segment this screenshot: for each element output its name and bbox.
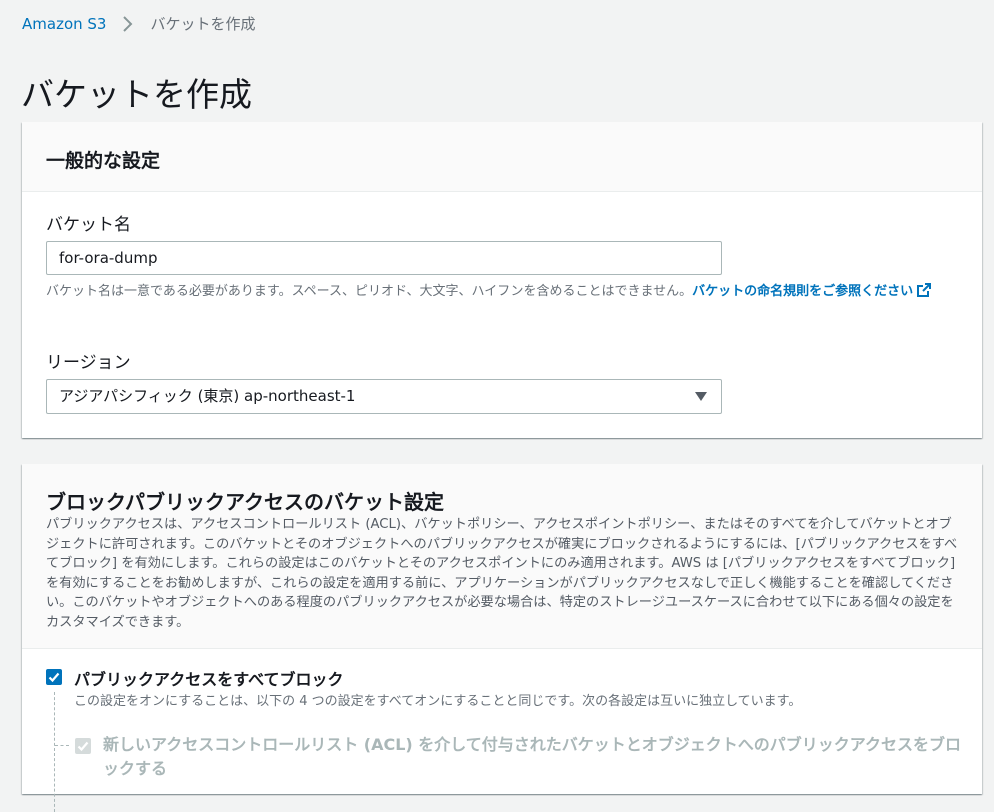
bucket-name-hint-text: バケット名は一意である必要があります。スペース、ピリオド、大文字、ハイフンを含め… [46, 284, 693, 299]
tree-branch [55, 745, 69, 746]
breadcrumb: Amazon S3 バケットを作成 [22, 13, 255, 34]
caret-down-icon [695, 392, 707, 401]
tree-connector [54, 692, 56, 812]
block-all-public-access-checkbox[interactable] [46, 669, 62, 685]
breadcrumb-current: バケットを作成 [150, 15, 256, 33]
block-public-access-panel: ブロックパブリックアクセスのバケット設定 パブリックアクセスは、アクセスコントロ… [22, 464, 982, 812]
block-all-public-access-desc: この設定をオンにすることは、以下の 4 つの設定をすべてオンにすることと同じです… [74, 694, 802, 709]
block-public-access-heading: ブロックパブリックアクセスのバケット設定 [46, 490, 444, 514]
bucket-name-hint: バケット名は一意である必要があります。スペース、ピリオド、大文字、ハイフンを含め… [46, 282, 960, 302]
block-acl-public-access-label: 新しいアクセスコントロールリスト (ACL) を介して付与されたバケットとオブジ… [103, 735, 962, 778]
block-all-public-access-label[interactable]: パブリックアクセスをすべてブロック [74, 666, 343, 690]
block-acl-public-access-checkbox[interactable] [75, 738, 91, 754]
external-link-icon [917, 283, 932, 297]
general-settings-header: 一般的な設定 [22, 122, 982, 192]
block-public-access-header: ブロックパブリックアクセスのバケット設定 パブリックアクセスは、アクセスコントロ… [22, 464, 982, 649]
checkmark-icon [48, 672, 60, 683]
bucket-name-label: バケット名 [46, 215, 131, 235]
chevron-right-icon [118, 14, 138, 34]
bucket-name-input[interactable] [46, 241, 722, 275]
breadcrumb-amazon-s3-link[interactable]: Amazon S3 [22, 15, 106, 33]
general-settings-heading: 一般的な設定 [46, 150, 161, 172]
general-settings-panel: 一般的な設定 バケット名 バケット名は一意である必要があります。スペース、ピリオ… [22, 122, 982, 438]
checkmark-icon [77, 741, 89, 752]
region-select-value: アジアパシフィック (東京) ap-northeast-1 [59, 387, 356, 405]
region-label: リージョン [46, 353, 131, 373]
block-public-access-description: パブリックアクセスは、アクセスコントロールリスト (ACL)、バケットポリシー、… [46, 517, 958, 630]
naming-rules-link-text: バケットの命名規則をご参照ください [692, 284, 914, 299]
naming-rules-link[interactable]: バケットの命名規則をご参照ください [692, 283, 932, 299]
region-select[interactable]: アジアパシフィック (東京) ap-northeast-1 [46, 379, 722, 414]
page-title: バケットを作成 [21, 75, 252, 114]
